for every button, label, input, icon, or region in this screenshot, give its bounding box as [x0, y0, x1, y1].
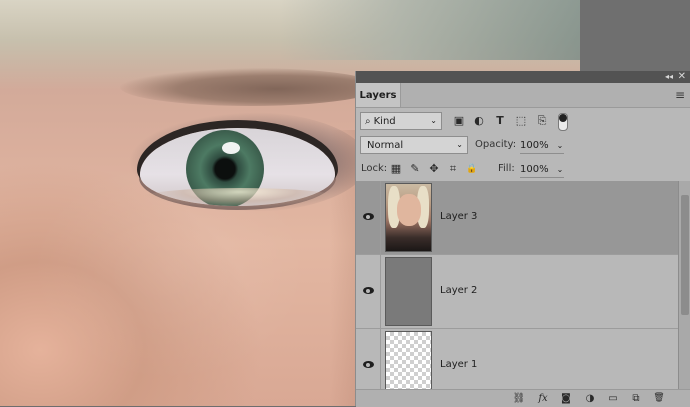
- close-panel-icon[interactable]: ✕: [678, 71, 686, 82]
- visibility-toggle[interactable]: [356, 181, 381, 255]
- panel-menu-icon[interactable]: ≡: [675, 88, 685, 102]
- smart-object-filter-icon[interactable]: ⎘: [535, 114, 549, 128]
- visibility-toggle[interactable]: [356, 255, 381, 329]
- blend-row: Normal ⌄ Opacity: 100% ⌄: [356, 134, 690, 158]
- fill-value: 100%: [520, 163, 549, 175]
- layer-list: Layer 3 Layer 2 Layer 1: [356, 181, 678, 389]
- layer-style-icon[interactable]: fx: [536, 392, 550, 405]
- new-adjustment-layer-icon[interactable]: ◑: [583, 392, 597, 405]
- layer-thumbnail: [385, 183, 432, 252]
- layer-row[interactable]: Layer 1: [356, 329, 678, 389]
- opacity-value: 100%: [520, 139, 549, 151]
- eye-icon[interactable]: [363, 287, 374, 294]
- canvas-eyebrow: [120, 68, 380, 106]
- thumbnail-face: [397, 194, 421, 226]
- delete-layer-icon[interactable]: 🗑: [652, 392, 666, 405]
- layer-thumbnail: [385, 257, 432, 326]
- lock-transparent-pixels-icon[interactable]: ▦: [389, 162, 403, 176]
- canvas-lower-lid: [140, 188, 340, 208]
- layer-list-scrollbar[interactable]: [678, 181, 690, 389]
- canvas-hair-shadow: [280, 0, 580, 60]
- layer-row[interactable]: Layer 3: [356, 181, 678, 255]
- opacity-field[interactable]: 100% ⌄: [520, 137, 564, 154]
- lock-all-icon[interactable]: 🔒: [465, 162, 479, 176]
- type-layer-filter-icon[interactable]: T: [493, 114, 507, 128]
- new-group-icon[interactable]: ▭: [606, 392, 620, 405]
- chevron-down-icon: ⌄: [430, 116, 437, 125]
- panel-tab-bar: Layers ≡: [356, 83, 690, 108]
- fill-field[interactable]: 100% ⌄: [520, 161, 564, 178]
- chevron-down-icon: ⌄: [556, 164, 564, 174]
- adjustment-layer-filter-icon[interactable]: ◐: [472, 114, 486, 128]
- lock-row: Lock: ▦ ✎ ✥ ⌗ 🔒 Fill: 100% ⌄: [356, 158, 690, 182]
- eye-icon[interactable]: [363, 361, 374, 368]
- filter-kind-label: Kind: [373, 115, 396, 127]
- search-icon: ⌕: [365, 115, 371, 127]
- link-layers-icon[interactable]: ⛓: [512, 392, 526, 405]
- tab-layers[interactable]: Layers: [356, 83, 401, 107]
- chevron-down-icon: ⌄: [456, 140, 463, 149]
- layers-bottom-toolbar: ⛓ fx ◙ ◑ ▭ ⧉ 🗑: [356, 389, 690, 407]
- layer-row[interactable]: Layer 2: [356, 255, 678, 329]
- blend-mode-select[interactable]: Normal ⌄: [360, 136, 468, 154]
- add-mask-icon[interactable]: ◙: [559, 392, 573, 405]
- blend-mode-value: Normal: [367, 139, 404, 151]
- filter-toggle-icon[interactable]: [558, 113, 568, 131]
- filter-kind-select[interactable]: ⌕ Kind ⌄: [360, 112, 442, 130]
- lock-label: Lock:: [361, 163, 388, 174]
- eye-icon[interactable]: [363, 213, 374, 220]
- chevron-down-icon: ⌄: [556, 140, 564, 150]
- layers-panel: ◂◂ ✕ Layers ≡ ⌕ Kind ⌄ ▣ ◐ T ⬚ ⎘ Normal …: [355, 71, 690, 407]
- lock-position-icon[interactable]: ✥: [427, 162, 441, 176]
- new-layer-icon[interactable]: ⧉: [629, 392, 643, 405]
- canvas-background-region: [580, 0, 690, 72]
- pixel-layer-filter-icon[interactable]: ▣: [452, 114, 466, 128]
- fill-label: Fill:: [498, 163, 515, 174]
- lock-image-pixels-icon[interactable]: ✎: [408, 162, 422, 176]
- layer-name[interactable]: Layer 1: [440, 359, 477, 370]
- opacity-label: Opacity:: [475, 139, 517, 150]
- layer-filter-row: ⌕ Kind ⌄ ▣ ◐ T ⬚ ⎘: [356, 110, 690, 134]
- shape-layer-filter-icon[interactable]: ⬚: [514, 114, 528, 128]
- layer-thumbnail: [385, 331, 432, 389]
- layer-name[interactable]: Layer 3: [440, 211, 477, 222]
- visibility-toggle[interactable]: [356, 329, 381, 389]
- lock-artboard-icon[interactable]: ⌗: [446, 162, 460, 176]
- panel-titlebar[interactable]: ◂◂ ✕: [356, 71, 690, 83]
- collapse-panel-icon[interactable]: ◂◂: [665, 72, 673, 81]
- canvas-eye-highlight: [222, 142, 240, 154]
- layer-name[interactable]: Layer 2: [440, 285, 477, 296]
- scrollbar-thumb[interactable]: [681, 195, 689, 315]
